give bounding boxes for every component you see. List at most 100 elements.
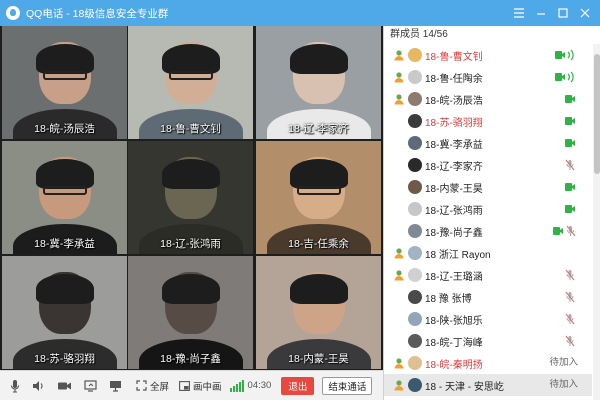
admin-person-icon <box>392 268 406 282</box>
role-slot <box>392 180 406 194</box>
fullscreen-icon <box>136 380 147 391</box>
member-row[interactable]: 18 豫 张博 <box>384 286 592 308</box>
muted-icon <box>564 158 576 172</box>
member-row[interactable]: 18-内蒙-王昊 <box>384 176 592 198</box>
avatar <box>408 202 422 216</box>
glasses <box>296 186 341 196</box>
participant-name: 18-辽-李家齐 <box>288 123 349 135</box>
video-tile[interactable]: 18-冀-李承益 <box>2 141 127 254</box>
avatar <box>408 48 422 62</box>
role-slot <box>392 158 406 172</box>
participant-name: 18-吉-任乘余 <box>288 238 349 250</box>
pending-join-status: 待加入 <box>549 357 578 368</box>
member-panel: 群成员 14/56 18-鲁-曹文钊 18-鲁-任陶余 18-皖-汤辰浩 18-苏-骆… <box>383 26 600 400</box>
glasses <box>42 71 87 81</box>
member-row[interactable]: 18-辽-张鸿雨 <box>384 198 592 220</box>
video-tile[interactable]: 18-吉-任乘余 <box>256 141 381 254</box>
glasses <box>42 186 87 196</box>
pip-label: 画中画 <box>193 381 222 393</box>
member-row[interactable]: 18-辽-王璐涵 <box>384 264 592 286</box>
role-slot <box>392 136 406 150</box>
member-name: 18-鲁-任陶余 <box>425 73 483 85</box>
avatar <box>408 224 422 238</box>
camera-icon[interactable] <box>57 375 72 397</box>
video-tile[interactable]: 18-豫-尚子鑫 <box>128 256 253 369</box>
member-name: 18-辽-王璐涵 <box>425 271 483 283</box>
participant-hair <box>289 159 348 190</box>
maximize-icon[interactable] <box>552 3 574 23</box>
participant-name: 18-冀-李承益 <box>34 238 95 250</box>
end-call-button[interactable]: 结束通话 <box>322 376 373 395</box>
speaker-icon[interactable] <box>32 375 45 397</box>
minimize-icon[interactable] <box>530 3 552 23</box>
member-row[interactable]: 18-皖-秦明扬 待加入 <box>384 352 592 374</box>
member-list-scrollbar[interactable] <box>593 44 600 400</box>
admin-person-icon <box>392 70 406 84</box>
video-tile[interactable]: 18-皖-汤辰浩 <box>2 26 127 139</box>
participant-name: 18-辽-张鸿雨 <box>160 238 221 250</box>
member-row[interactable]: 18-辽-李家齐 <box>384 154 592 176</box>
admin-person-icon <box>392 48 406 62</box>
participant-hair <box>161 274 220 305</box>
microphone-icon[interactable] <box>10 375 20 397</box>
role-slot <box>392 312 406 326</box>
avatar <box>408 114 422 128</box>
participant-name: 18-皖-汤辰浩 <box>34 123 95 135</box>
role-slot <box>392 114 406 128</box>
avatar <box>408 158 422 172</box>
microphone-on-icon <box>564 114 576 128</box>
video-tile[interactable]: 18-鲁-曹文钊 <box>128 26 253 139</box>
pending-join-status: 待加入 <box>549 379 578 390</box>
signal-strength-icon <box>229 379 245 392</box>
member-name: 18 浙江 Rayon <box>425 249 491 261</box>
member-name: 18 豫 张博 <box>425 293 472 305</box>
muted-icon <box>564 290 576 304</box>
settings-icon[interactable] <box>508 3 530 23</box>
member-row[interactable]: 18级信息 张利待加入 <box>384 396 592 400</box>
leave-button[interactable]: 退出 <box>281 376 315 395</box>
microphone-on-icon <box>564 180 576 194</box>
avatar <box>408 378 422 392</box>
presentation-icon[interactable] <box>109 375 122 397</box>
fullscreen-button[interactable]: 全屏 <box>136 375 169 397</box>
avatar <box>408 180 422 194</box>
qq-logo-icon <box>6 6 20 20</box>
role-slot <box>392 202 406 216</box>
member-row[interactable]: 18-皖-汤辰浩 <box>384 88 592 110</box>
screen-share-icon[interactable] <box>84 375 97 397</box>
picture-in-picture-icon <box>179 380 190 391</box>
avatar <box>408 92 422 106</box>
call-timer: 04:30 <box>247 380 272 391</box>
role-slot <box>392 224 406 238</box>
member-row[interactable]: 18-冀-李承益 <box>384 132 592 154</box>
member-name: 18-皖-丁海峰 <box>425 337 483 349</box>
avatar <box>408 70 422 84</box>
member-row[interactable]: 18-鲁-曹文钊 <box>384 44 592 66</box>
participant-name: 18-内蒙-王昊 <box>288 353 349 365</box>
member-row[interactable]: 18-皖-丁海峰 <box>384 330 592 352</box>
member-name: 18-辽-张鸿雨 <box>425 205 483 217</box>
pending-join-status: 待加入 <box>549 396 578 400</box>
scrollbar-thumb[interactable] <box>594 54 600 174</box>
microphone-on-icon <box>564 136 576 150</box>
microphone-on-icon <box>564 92 576 106</box>
member-row[interactable]: 18 - 天津 - 安思屹 待加入 <box>384 374 592 396</box>
member-name: 18-鲁-曹文钊 <box>425 51 483 63</box>
admin-person-icon <box>392 378 406 392</box>
video-tile[interactable]: 18-辽-李家齐 <box>256 26 381 139</box>
member-row[interactable]: 18-陕-张旭乐 <box>384 308 592 330</box>
member-row[interactable]: 18-鲁-任陶余 <box>384 66 592 88</box>
picture-in-picture-button[interactable]: 画中画 <box>179 375 222 397</box>
title-bar: QQ电话 - 18级信息安全专业群 <box>0 0 600 26</box>
member-row[interactable]: 18-豫-尚子鑫 <box>384 220 592 242</box>
admin-person-icon <box>392 246 406 260</box>
video-tile[interactable]: 18-苏-骆羽翔 <box>2 256 127 369</box>
member-list: 18-鲁-曹文钊 18-鲁-任陶余 18-皖-汤辰浩 18-苏-骆羽翔 18-冀-李承益… <box>384 44 592 400</box>
member-name: 18-豫-尚子鑫 <box>425 227 483 239</box>
close-icon[interactable] <box>574 3 596 23</box>
muted-icon <box>564 312 576 326</box>
video-tile[interactable]: 18-辽-张鸿雨 <box>128 141 253 254</box>
member-row[interactable]: 18 浙江 Rayon <box>384 242 592 264</box>
member-row[interactable]: 18-苏-骆羽翔 <box>384 110 592 132</box>
video-tile[interactable]: 18-内蒙-王昊 <box>256 256 381 369</box>
